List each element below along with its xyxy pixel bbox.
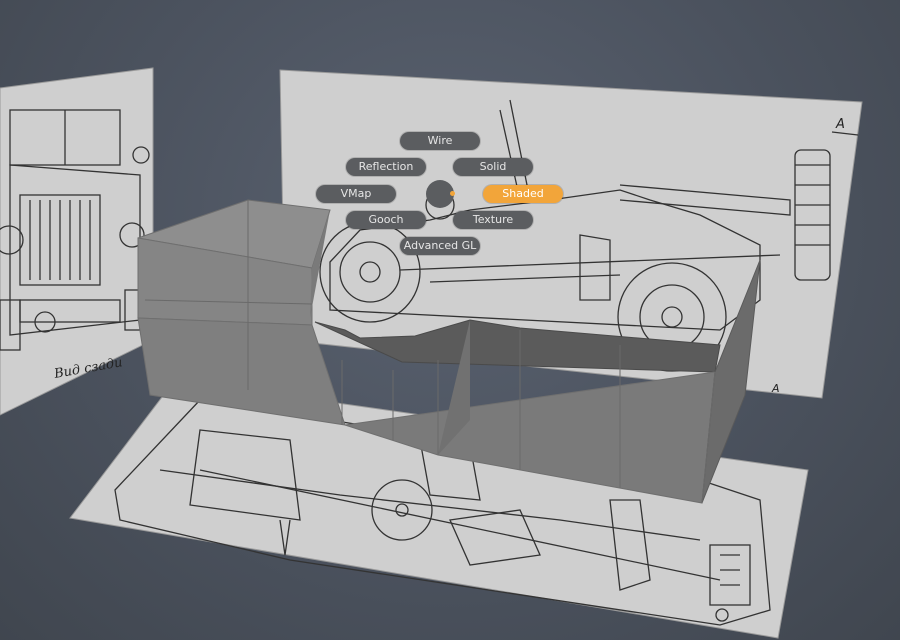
shading-reflection-button[interactable]: Reflection <box>346 158 426 176</box>
shading-vmap-button[interactable]: VMap <box>316 185 396 203</box>
3d-viewport[interactable]: Вид сзади A A Wire Reflection Solid VMap… <box>0 0 900 640</box>
scene-canvas[interactable]: Вид сзади A A <box>0 0 900 640</box>
section-marker-a-bottom: A <box>771 382 780 395</box>
shading-gooch-button[interactable]: Gooch <box>346 211 426 229</box>
shading-solid-button[interactable]: Solid <box>453 158 533 176</box>
shading-texture-button[interactable]: Texture <box>453 211 533 229</box>
section-marker-a: A <box>835 117 845 132</box>
shading-advanced-gl-button[interactable]: Advanced GL <box>400 237 480 255</box>
blueprint-front-view: Вид сзади <box>0 67 154 416</box>
shading-wire-button[interactable]: Wire <box>400 132 480 150</box>
shading-shaded-button[interactable]: Shaded <box>483 185 563 203</box>
pie-menu-pointer <box>450 191 455 196</box>
